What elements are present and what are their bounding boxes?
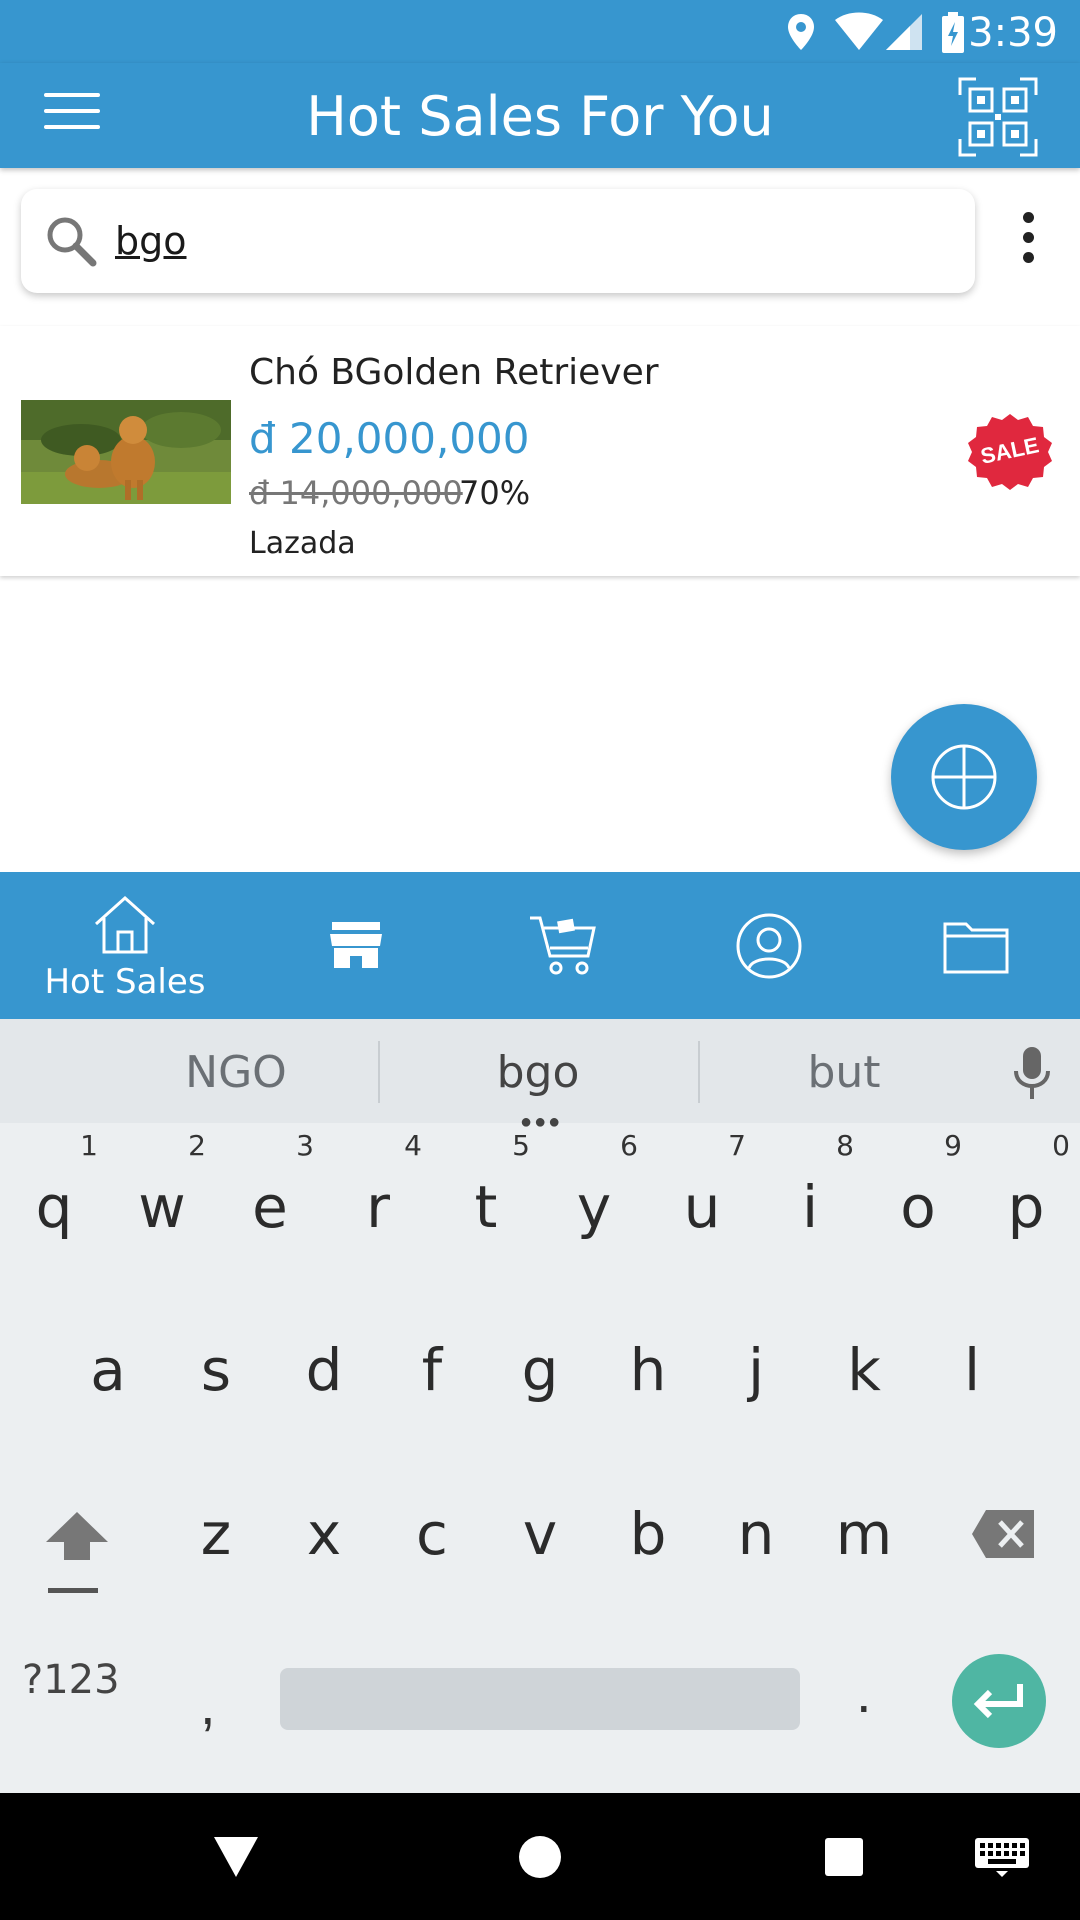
sale-badge: SALE xyxy=(968,414,1052,490)
product-name: Chó BGolden Retriever xyxy=(249,352,659,393)
search-icon xyxy=(47,217,97,267)
page-title: Hot Sales For You xyxy=(306,85,774,148)
nav-item-hot-sales[interactable]: Hot Sales xyxy=(17,872,233,1019)
key-v[interactable]: v xyxy=(486,1454,594,1602)
home-button-icon[interactable] xyxy=(518,1835,562,1879)
product-store: Lazada xyxy=(249,526,356,561)
key-k[interactable]: k xyxy=(810,1290,918,1438)
add-button[interactable] xyxy=(891,704,1037,850)
comma-key[interactable]: , xyxy=(200,1672,216,1737)
bottom-navigation: Hot Sales xyxy=(0,872,1080,1019)
key-d[interactable]: d xyxy=(270,1290,378,1438)
key-p[interactable]: 0p xyxy=(972,1127,1080,1275)
key-j[interactable]: j xyxy=(702,1290,810,1438)
suggestion-1[interactable]: NGO xyxy=(96,1047,376,1098)
space-key[interactable] xyxy=(280,1668,800,1730)
key-s[interactable]: s xyxy=(162,1290,270,1438)
microphone-icon[interactable] xyxy=(1012,1045,1052,1101)
account-icon xyxy=(736,913,802,979)
nav-item-account[interactable] xyxy=(661,872,877,1019)
signal-icon xyxy=(886,14,922,50)
cart-icon xyxy=(530,916,596,975)
key-m[interactable]: m xyxy=(810,1454,918,1602)
key-o[interactable]: 9o xyxy=(864,1127,972,1275)
key-h[interactable]: h xyxy=(594,1290,702,1438)
symbols-key[interactable]: ?123 xyxy=(22,1657,120,1703)
nav-item-folder[interactable] xyxy=(868,872,1080,1019)
key-x[interactable]: x xyxy=(270,1454,378,1602)
battery-icon xyxy=(942,12,964,53)
key-n[interactable]: n xyxy=(702,1454,810,1602)
key-w[interactable]: 2w xyxy=(108,1127,216,1275)
shift-icon[interactable] xyxy=(44,1508,110,1598)
nav-item-store[interactable] xyxy=(248,872,464,1019)
status-time: 3:39 xyxy=(968,10,1058,56)
product-card[interactable]: Chó BGolden Retriever đ 20,000,000 đ 14,… xyxy=(0,326,1080,576)
system-nav-bar xyxy=(0,1793,1080,1920)
wifi-icon xyxy=(835,12,883,50)
key-u[interactable]: 7u xyxy=(648,1127,756,1275)
key-y[interactable]: 6y xyxy=(540,1127,648,1275)
search-bar xyxy=(21,189,975,293)
suggestion-bar: NGO bgo ●●● but xyxy=(0,1019,1080,1133)
product-old-price: đ 14,000,000 xyxy=(249,474,463,512)
suggestion-3[interactable]: but xyxy=(704,1047,984,1098)
enter-icon xyxy=(973,1684,1023,1719)
recents-icon[interactable] xyxy=(824,1837,864,1877)
home-icon xyxy=(94,895,156,954)
key-e[interactable]: 3e xyxy=(216,1127,324,1275)
key-a[interactable]: a xyxy=(54,1290,162,1438)
status-bar: 3:39 xyxy=(0,0,1080,63)
nav-item-cart[interactable] xyxy=(455,872,671,1019)
key-z[interactable]: z xyxy=(162,1454,270,1602)
enter-key[interactable] xyxy=(952,1654,1046,1748)
product-price: đ 20,000,000 xyxy=(249,414,530,463)
period-key[interactable]: . xyxy=(856,1660,872,1725)
key-t[interactable]: 5t xyxy=(432,1127,540,1275)
store-icon xyxy=(330,922,382,968)
suggestion-2[interactable]: bgo xyxy=(398,1047,678,1098)
key-r[interactable]: 4r xyxy=(324,1127,432,1275)
back-icon[interactable] xyxy=(212,1835,260,1879)
app-bar: Hot Sales For You xyxy=(0,63,1080,168)
key-c[interactable]: c xyxy=(378,1454,486,1602)
key-b[interactable]: b xyxy=(594,1454,702,1602)
add-circle-icon xyxy=(931,744,997,810)
key-q[interactable]: 1q xyxy=(0,1127,108,1275)
nav-label-hot-sales: Hot Sales xyxy=(44,962,206,1002)
backspace-icon[interactable] xyxy=(970,1508,1036,1560)
product-image xyxy=(21,400,231,504)
key-l[interactable]: l xyxy=(918,1290,1026,1438)
search-input[interactable] xyxy=(115,209,935,273)
location-icon xyxy=(788,14,814,50)
qr-code-icon[interactable] xyxy=(958,77,1038,157)
product-discount: 70% xyxy=(459,474,531,512)
keyboard-switch-icon[interactable] xyxy=(974,1837,1030,1877)
more-options-icon[interactable] xyxy=(1012,212,1044,272)
key-i[interactable]: 8i xyxy=(756,1127,864,1275)
key-f[interactable]: f xyxy=(378,1290,486,1438)
key-g[interactable]: g xyxy=(486,1290,594,1438)
folder-icon xyxy=(943,922,1009,974)
